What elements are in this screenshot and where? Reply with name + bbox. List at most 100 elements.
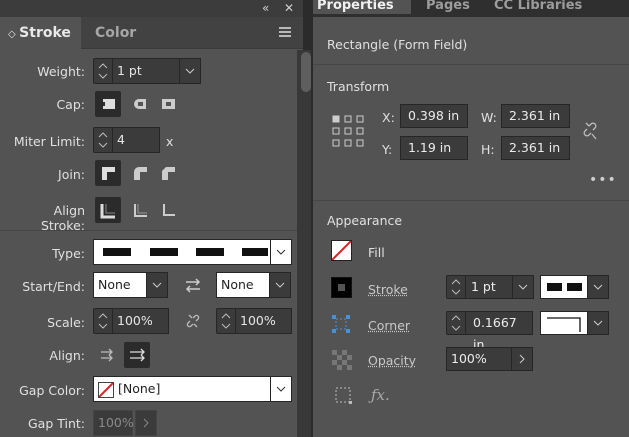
weight-stepper[interactable] [93,58,113,84]
miter-join-button[interactable] [95,160,121,186]
collapse-icon[interactable]: « [262,0,269,17]
end-scale-input[interactable]: 100% [235,308,292,334]
y-input[interactable]: 1.19 in [400,136,468,160]
corner-link[interactable]: Corner [368,318,410,333]
gap-color-value: [None] [118,381,161,396]
scale-label: Scale: [47,315,85,330]
panel-titlebar: « ✕ [0,0,303,17]
text-frame-icon[interactable] [334,386,354,409]
panel-scrollbar-track[interactable] [297,50,311,437]
tab-color-label: Color [95,25,137,41]
stroke-weight-dropdown-button[interactable] [512,275,534,299]
projecting-cap-button[interactable] [155,91,181,117]
fill-label: Fill [368,245,385,260]
weight-dropdown-button[interactable] [179,58,201,84]
panel-tabs: ◇ Stroke Color [0,17,303,49]
gap-tint-input[interactable]: 100% [93,410,134,436]
gap-color-label: Gap Color: [19,383,85,398]
start-end-label: Start/End: [22,279,85,294]
join-label: Join: [58,167,85,182]
y-label: Y: [382,142,393,157]
weight-label: Weight: [37,64,85,79]
close-icon[interactable]: ✕ [284,0,294,17]
properties-tabs: Properties Pages CC Libraries [313,0,629,17]
fill-swatch-icon[interactable] [331,240,352,261]
tab-stroke[interactable]: ◇ Stroke [0,17,81,49]
none-swatch-icon [98,381,114,398]
x-input[interactable]: 0.398 in [400,104,468,128]
corner-shape-dropdown-button[interactable] [587,311,609,335]
end-scale-stepper[interactable] [216,308,236,334]
corner-shape-preview[interactable] [540,311,588,335]
divider [313,200,629,201]
effects-fx-icon[interactable]: ƒx. [371,386,390,404]
stroke-weight-stepper[interactable] [446,275,466,299]
divider [0,230,299,231]
transform-heading: Transform [327,79,390,94]
opacity-checker-icon [332,350,352,373]
h-input[interactable]: 2.361 in [501,136,570,160]
stroke-type-dropdown[interactable] [93,239,271,265]
align-stroke-outside-button[interactable] [155,197,181,223]
butt-cap-button[interactable] [95,91,121,117]
cap-label: Cap: [56,97,85,112]
miter-limit-stepper[interactable] [93,127,113,153]
stroke-type-dropdown-button[interactable] [587,275,609,299]
appearance-heading: Appearance [327,213,403,228]
end-dropdown-button[interactable] [269,272,291,298]
start-arrow-dropdown[interactable]: None [93,272,147,298]
stroke-weight-input[interactable]: 1 pt [465,275,513,299]
align-label: Align: [49,348,85,363]
more-options-icon[interactable]: ••• [589,172,617,188]
swap-arrows-icon[interactable] [180,272,206,298]
w-label: W: [481,110,497,125]
chevron-icon: ◇ [8,29,20,40]
corner-size-input[interactable]: 0.1667 in [465,311,533,352]
weight-input[interactable]: 1 pt [112,58,180,84]
w-input[interactable]: 2.361 in [501,104,570,128]
start-scale-stepper[interactable] [93,308,113,334]
h-label: H: [481,142,495,157]
round-cap-button[interactable] [127,91,153,117]
tab-properties[interactable]: Properties [313,0,411,14]
properties-panel: Properties Pages CC Libraries Rectangle … [313,0,629,437]
stroke-link[interactable]: Stroke [368,282,408,297]
miter-limit-label: Miter Limit: [13,134,85,149]
tab-color[interactable]: Color [95,17,136,49]
round-join-button[interactable] [127,160,153,186]
constrain-proportions-icon[interactable] [581,120,601,145]
tab-cc-libraries[interactable]: CC Libraries [494,0,582,14]
extend-tip-icon[interactable] [95,342,121,368]
stroke-type-preview[interactable] [540,275,588,299]
gap-color-dropdown-button[interactable] [270,376,292,402]
panel-menu-icon[interactable] [279,27,291,39]
stroke-panel: « ✕ ◇ Stroke Color Weight: 1 pt Cap: Mit… [0,0,303,437]
tab-pages[interactable]: Pages [426,0,470,14]
bevel-join-button[interactable] [155,160,181,186]
place-tip-icon[interactable] [124,342,150,368]
align-stroke-label: Align Stroke: [40,203,85,233]
miter-limit-input[interactable]: 4 [112,127,160,153]
corner-size-stepper[interactable] [446,311,466,335]
miter-suffix: x [166,134,174,149]
gap-color-dropdown[interactable]: [None] [93,376,271,402]
stroke-type-dropdown-button[interactable] [270,239,292,265]
link-scale-icon[interactable] [180,308,206,334]
corner-options-icon[interactable] [332,315,352,338]
opacity-link[interactable]: Opacity [368,353,416,368]
reference-point-icon[interactable] [332,115,368,154]
panel-scrollbar-thumb[interactable] [301,52,311,92]
start-scale-input[interactable]: 100% [112,308,169,334]
object-type-label: Rectangle (Form Field) [327,37,468,52]
opacity-input[interactable]: 100% [446,347,512,371]
end-arrow-dropdown[interactable]: None [216,272,270,298]
start-dropdown-button[interactable] [146,272,168,298]
x-label: X: [382,110,395,125]
gap-tint-arrow-button[interactable] [135,410,157,436]
align-stroke-inside-button[interactable] [127,197,153,223]
divider [313,64,629,65]
align-stroke-center-button[interactable] [95,197,121,223]
type-label: Type: [52,246,85,261]
opacity-arrow-button[interactable] [511,347,533,371]
stroke-swatch-icon[interactable] [331,277,352,298]
